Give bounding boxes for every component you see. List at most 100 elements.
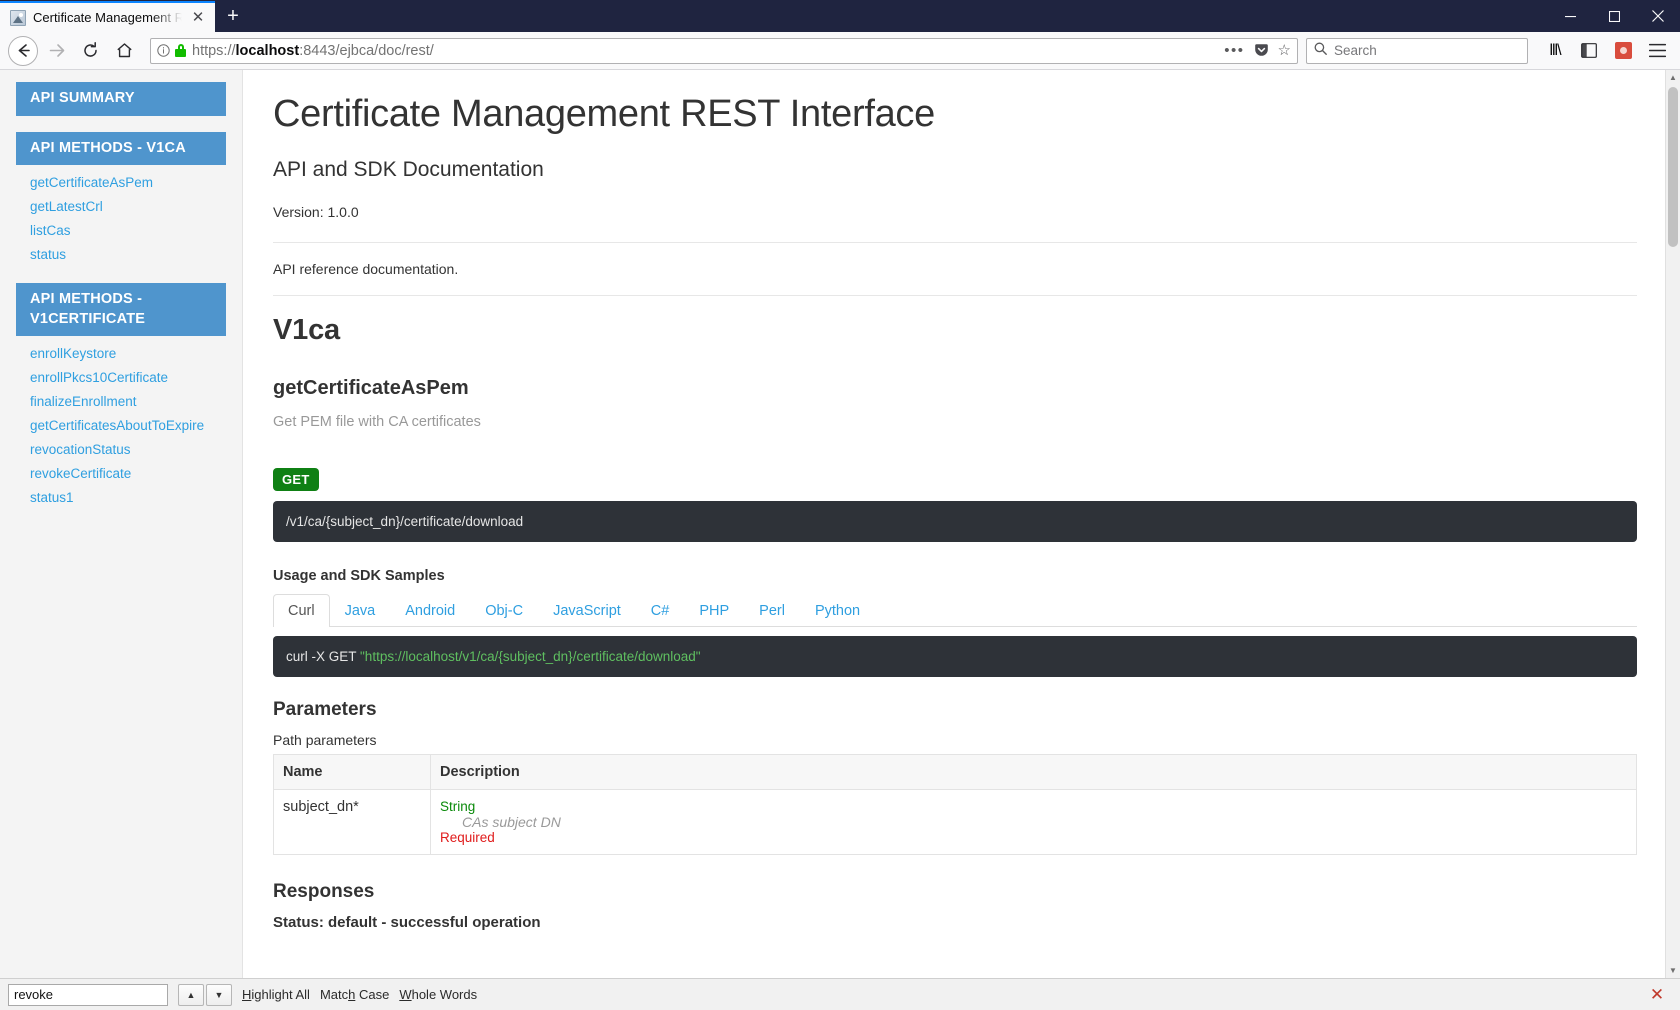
extension-icon[interactable] [1608, 36, 1638, 66]
forward-button[interactable] [40, 36, 72, 66]
tab-php[interactable]: PHP [684, 594, 744, 627]
code-sample-curl: curl -X GET "https://localhost/v1/ca/{su… [273, 636, 1637, 677]
list-item: getLatestCrl [30, 195, 242, 219]
sidebar-item-listCas[interactable]: listCas [30, 223, 71, 238]
highlight-all-button[interactable]: Highlight All [242, 987, 310, 1002]
whole-words-button[interactable]: Whole Words [399, 987, 477, 1002]
minimize-icon[interactable] [1548, 0, 1592, 32]
sidebar-header-v1certificate[interactable]: API METHODS - V1CERTIFICATE [16, 283, 226, 336]
page-info-icon[interactable] [157, 44, 170, 57]
page-scrollbar[interactable]: ▲ ▼ [1665, 70, 1680, 978]
page-subtitle: API and SDK Documentation [273, 158, 1637, 182]
find-input[interactable]: revoke [8, 984, 168, 1006]
hamburger-menu-icon[interactable] [1642, 36, 1672, 66]
sidebar-item-revokeCertificate[interactable]: revokeCertificate [30, 466, 131, 481]
maximize-icon[interactable] [1592, 0, 1636, 32]
scrollbar-thumb[interactable] [1668, 87, 1678, 247]
list-item: enrollPkcs10Certificate [30, 366, 242, 390]
list-item: getCertificatesAboutToExpire [30, 414, 242, 438]
divider [273, 242, 1637, 243]
sidebar-item-getCertificatesAboutToExpire[interactable]: getCertificatesAboutToExpire [30, 418, 204, 433]
sidebar-list-v1ca: getCertificateAsPem getLatestCrl listCas… [0, 171, 242, 267]
close-window-icon[interactable] [1636, 0, 1680, 32]
new-tab-button[interactable]: + [217, 1, 249, 32]
url-actions: ••• ☆ [1224, 43, 1291, 58]
tab-android[interactable]: Android [390, 594, 470, 627]
sidebar-item-finalizeEnrollment[interactable]: finalizeEnrollment [30, 394, 137, 409]
param-detail: String CAs subject DN Required [431, 789, 1637, 854]
library-icon[interactable]: lll\ [1540, 36, 1570, 66]
main-content: Certificate Management REST Interface AP… [243, 70, 1665, 978]
browser-window: Certificate Management REST I ✕ + [0, 0, 1680, 1010]
tab-python[interactable]: Python [800, 594, 875, 627]
response-status: Status: default - successful operation [273, 914, 1637, 931]
tab-objc[interactable]: Obj-C [470, 594, 538, 627]
scroll-down-icon[interactable]: ▼ [1666, 963, 1680, 978]
url-text[interactable]: https://localhost:8443/ejbca/doc/rest/ [192, 43, 1218, 59]
sidebar-header-v1ca[interactable]: API METHODS - V1CA [16, 132, 226, 166]
param-required: Required [440, 830, 1627, 845]
page-actions-icon[interactable]: ••• [1224, 43, 1244, 58]
list-item: status1 [30, 486, 242, 510]
bookmark-star-icon[interactable]: ☆ [1278, 43, 1291, 58]
list-item: revocationStatus [30, 438, 242, 462]
api-version: Version: 1.0.0 [273, 204, 1637, 220]
sidebar-item-getCertificateAsPem[interactable]: getCertificateAsPem [30, 175, 153, 190]
path-parameters-table: Name Description subject_dn* String CAs … [273, 754, 1637, 855]
home-button[interactable] [108, 36, 140, 66]
toolbar-right: lll\ [1540, 36, 1672, 66]
list-item: getCertificateAsPem [30, 171, 242, 195]
responses-title: Responses [273, 881, 1637, 903]
param-name: subject_dn* [274, 789, 431, 854]
tab-curl[interactable]: Curl [273, 594, 330, 627]
sidebar-list-v1certificate: enrollKeystore enrollPkcs10Certificate f… [0, 342, 242, 510]
list-item: revokeCertificate [30, 462, 242, 486]
param-description: CAs subject DN [440, 814, 1627, 830]
search-box[interactable]: Search [1306, 38, 1528, 64]
tab-java[interactable]: Java [330, 594, 391, 627]
back-button[interactable] [8, 36, 38, 66]
page-content: API SUMMARY API METHODS - V1CA getCertif… [0, 70, 1665, 978]
find-next-button[interactable]: ▼ [206, 984, 232, 1006]
sidebar-item-revocationStatus[interactable]: revocationStatus [30, 442, 131, 457]
sidebar-item-getLatestCrl[interactable]: getLatestCrl [30, 199, 103, 214]
sidebar-icon[interactable] [1574, 36, 1604, 66]
method-name: getCertificateAsPem [273, 377, 1637, 400]
table-row: subject_dn* String CAs subject DN Requir… [274, 789, 1637, 854]
list-item: status [30, 243, 242, 267]
scroll-up-icon[interactable]: ▲ [1666, 70, 1680, 85]
save-to-pocket-icon[interactable] [1254, 43, 1269, 58]
column-header-name: Name [274, 754, 431, 789]
sidebar-item-enrollPkcs10Certificate[interactable]: enrollPkcs10Certificate [30, 370, 168, 385]
scrollbar-track[interactable] [1666, 85, 1680, 963]
page-viewport: API SUMMARY API METHODS - V1CA getCertif… [0, 70, 1680, 978]
find-bar: revoke ▲ ▼ Highlight All Match Case Whol… [0, 978, 1680, 1010]
endpoint-path: /v1/ca/{subject_dn}/certificate/download [273, 501, 1637, 542]
tab-strip: Certificate Management REST I ✕ + [0, 0, 1548, 32]
tab-perl[interactable]: Perl [744, 594, 800, 627]
sdk-sample-tabs: Curl Java Android Obj-C JavaScript C# PH… [273, 594, 1637, 627]
curl-command: curl -X GET [286, 649, 360, 664]
search-input[interactable]: Search [1334, 43, 1377, 58]
sidebar-item-enrollKeystore[interactable]: enrollKeystore [30, 346, 116, 361]
curl-url: "https://localhost/v1/ca/{subject_dn}/ce… [360, 649, 701, 664]
match-case-button[interactable]: Match Case [320, 987, 389, 1002]
find-previous-button[interactable]: ▲ [178, 984, 204, 1006]
reload-button[interactable] [74, 36, 106, 66]
list-item: finalizeEnrollment [30, 390, 242, 414]
tab-csharp[interactable]: C# [636, 594, 685, 627]
table-header-row: Name Description [274, 754, 1637, 789]
sidebar-item-status1[interactable]: status1 [30, 490, 74, 505]
close-findbar-icon[interactable]: ✕ [1646, 984, 1668, 1006]
divider [273, 295, 1637, 296]
browser-tab[interactable]: Certificate Management REST I ✕ [0, 1, 215, 32]
certificate-icon [10, 10, 26, 26]
method-description: Get PEM file with CA certificates [273, 414, 1637, 430]
identity-box[interactable] [157, 44, 186, 57]
url-bar[interactable]: https://localhost:8443/ejbca/doc/rest/ •… [150, 38, 1298, 64]
sidebar-item-status[interactable]: status [30, 247, 66, 262]
tab-javascript[interactable]: JavaScript [538, 594, 636, 627]
close-icon[interactable]: ✕ [189, 9, 207, 27]
sidebar-header-api-summary[interactable]: API SUMMARY [16, 82, 226, 116]
api-sidebar: API SUMMARY API METHODS - V1CA getCertif… [0, 70, 243, 978]
